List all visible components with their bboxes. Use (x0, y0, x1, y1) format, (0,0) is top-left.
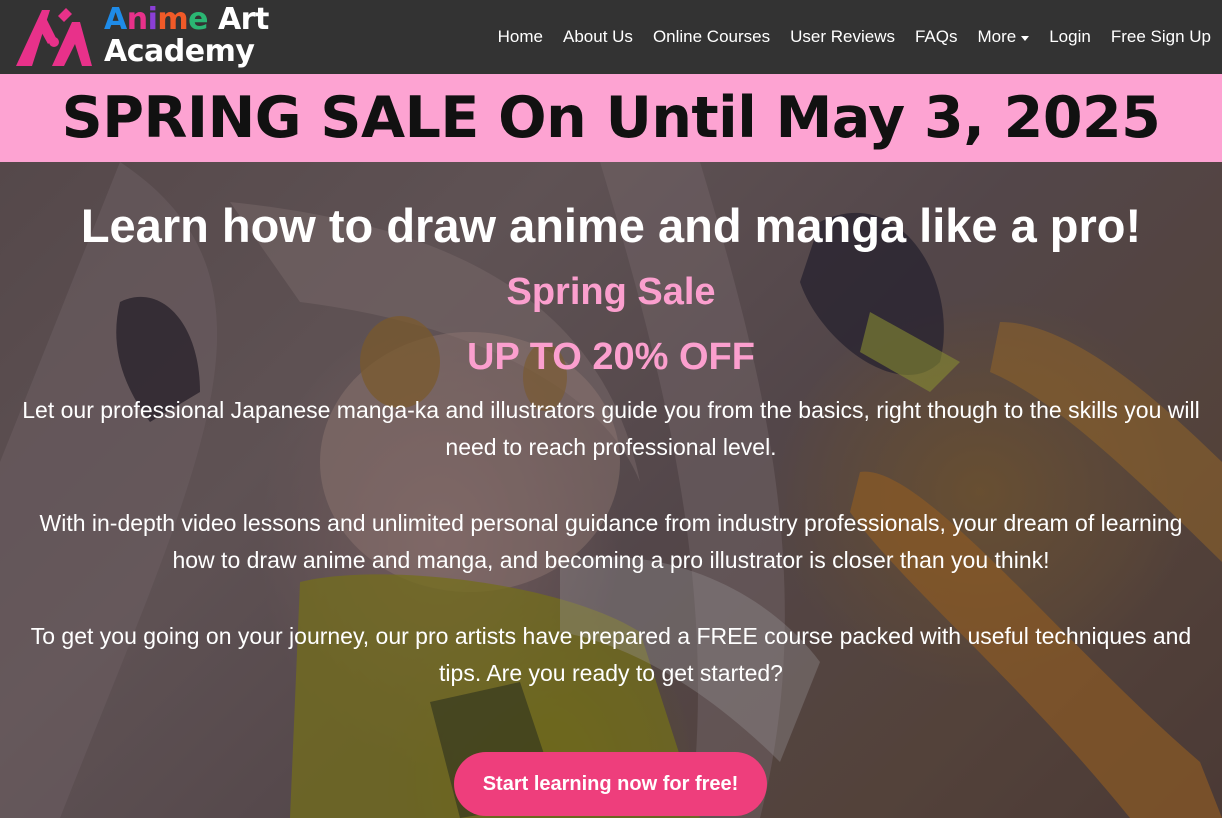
logo-word-academy: Academy (104, 34, 255, 69)
discount-label: UP TO 20% OFF (467, 336, 755, 378)
nav-about-us[interactable]: About Us (563, 27, 633, 47)
nav-login[interactable]: Login (1049, 27, 1091, 47)
nav-menu: Home About Us Online Courses User Review… (478, 0, 1211, 74)
nav-more-dropdown[interactable]: More (977, 27, 1030, 47)
logo-letter: A (104, 2, 127, 37)
start-learning-button[interactable]: Start learning now for free! (454, 752, 767, 816)
spring-sale-label: Spring Sale (506, 271, 716, 313)
hero-title: Learn how to draw anime and manga like a… (80, 199, 1142, 252)
nav-free-sign-up[interactable]: Free Sign Up (1111, 27, 1211, 47)
lessons-paragraph: With in-depth video lessons and unlimite… (39, 510, 1183, 573)
hero-section: Learn how to draw anime and manga like a… (0, 162, 1222, 818)
logo-word-art: Art (208, 2, 269, 37)
kanji-logo-icon (16, 8, 92, 66)
hero-content: Learn how to draw anime and manga like a… (0, 162, 1222, 818)
intro-paragraph: Let our professional Japanese manga-ka a… (22, 397, 1200, 460)
nav-home[interactable]: Home (498, 27, 543, 47)
logo-letter: n (126, 2, 148, 37)
nav-user-reviews[interactable]: User Reviews (790, 27, 895, 47)
site-logo[interactable]: Anime Art Academy (12, 4, 272, 70)
logo-letter: e (188, 2, 208, 37)
sale-banner-text: SPRING SALE On Until May 3, 2025 (61, 85, 1161, 151)
nav-more-label: More (977, 27, 1017, 46)
free-course-paragraph: To get you going on your journey, our pr… (30, 623, 1192, 686)
top-navbar: Anime Art Academy Home About Us Online C… (0, 0, 1222, 74)
spring-sale-banner[interactable]: SPRING SALE On Until May 3, 2025 (0, 74, 1222, 162)
caret-down-icon (1021, 35, 1030, 41)
logo-letter: i (147, 2, 158, 37)
logo-letter: m (157, 2, 189, 37)
nav-online-courses[interactable]: Online Courses (653, 27, 770, 47)
nav-faqs[interactable]: FAQs (915, 27, 958, 47)
logo-wordmark: Anime Art Academy (104, 4, 269, 68)
